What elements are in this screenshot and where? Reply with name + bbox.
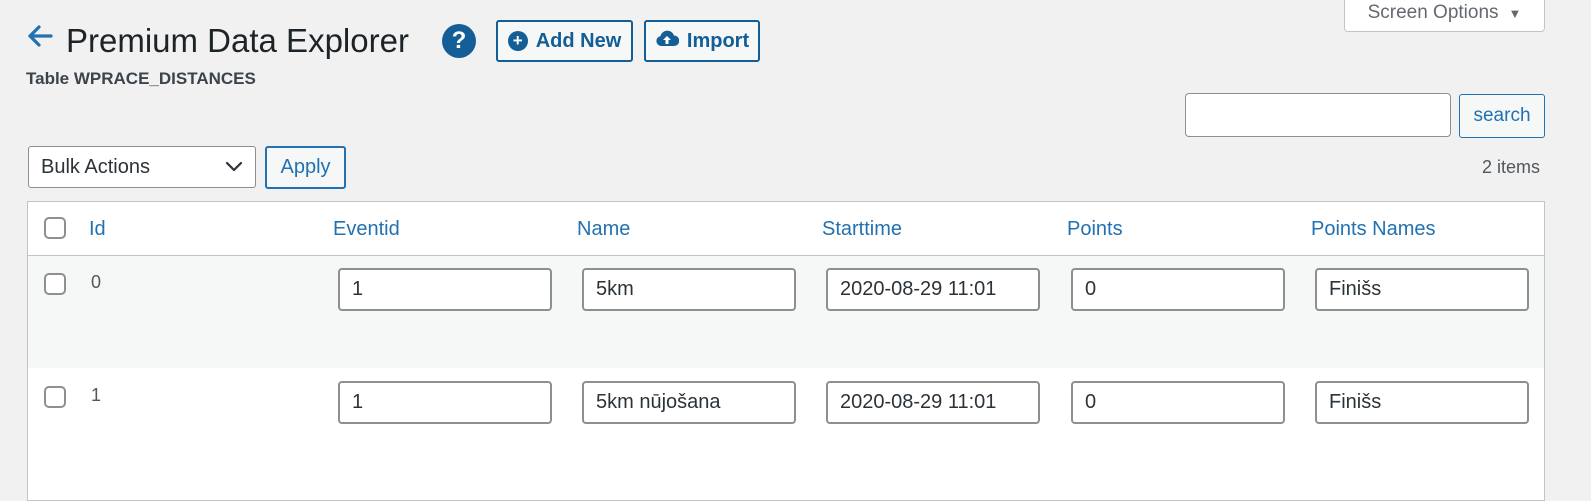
add-new-button[interactable]: + Add New xyxy=(496,20,633,62)
chevron-down-icon xyxy=(225,156,243,179)
points-field[interactable] xyxy=(1071,381,1285,424)
bulk-actions-select[interactable]: Bulk Actions xyxy=(28,146,256,188)
table-header: Id Eventid Name Starttime Points Points … xyxy=(28,202,1544,256)
help-icon[interactable]: ? xyxy=(442,24,476,58)
apply-button[interactable]: Apply xyxy=(265,146,346,189)
points-names-field[interactable] xyxy=(1315,381,1529,424)
select-all-checkbox[interactable] xyxy=(44,217,66,239)
starttime-field[interactable] xyxy=(826,268,1040,311)
page-title: Premium Data Explorer xyxy=(66,22,409,59)
table-row: 1 xyxy=(28,369,1544,481)
data-table: Id Eventid Name Starttime Points Points … xyxy=(27,201,1545,501)
table-row: 0 xyxy=(28,256,1544,368)
name-field[interactable] xyxy=(582,268,796,311)
eventid-field[interactable] xyxy=(338,268,552,311)
search-button[interactable]: search xyxy=(1459,94,1545,138)
plus-circle-icon: + xyxy=(507,31,528,51)
name-field[interactable] xyxy=(582,381,796,424)
column-header-name[interactable]: Name xyxy=(577,218,630,241)
add-new-label: Add New xyxy=(535,29,622,52)
row-checkbox[interactable] xyxy=(44,386,66,408)
table-name-subtitle: Table WPRACE_DISTANCES xyxy=(26,69,256,88)
caret-down-icon: ▼ xyxy=(1508,5,1522,21)
column-header-eventid[interactable]: Eventid xyxy=(333,218,400,241)
cloud-upload-icon xyxy=(655,29,680,53)
row-id: 0 xyxy=(91,272,102,292)
column-header-starttime[interactable]: Starttime xyxy=(822,218,902,241)
column-header-id[interactable]: Id xyxy=(89,218,106,241)
import-label: Import xyxy=(686,29,750,52)
row-id: 1 xyxy=(91,385,102,405)
screen-options-toggle[interactable]: Screen Options ▼ xyxy=(1344,0,1545,32)
back-arrow-icon[interactable] xyxy=(26,22,54,50)
search-input[interactable] xyxy=(1185,93,1451,137)
column-header-points-names[interactable]: Points Names xyxy=(1311,218,1436,241)
import-button[interactable]: Import xyxy=(644,20,760,62)
column-header-points[interactable]: Points xyxy=(1067,218,1123,241)
points-names-field[interactable] xyxy=(1315,268,1529,311)
screen-options-label: Screen Options xyxy=(1367,2,1499,23)
eventid-field[interactable] xyxy=(338,381,552,424)
points-field[interactable] xyxy=(1071,268,1285,311)
bulk-actions-value: Bulk Actions xyxy=(41,155,150,178)
row-checkbox[interactable] xyxy=(44,273,66,295)
starttime-field[interactable] xyxy=(826,381,1040,424)
items-count: 2 items xyxy=(1482,157,1541,177)
